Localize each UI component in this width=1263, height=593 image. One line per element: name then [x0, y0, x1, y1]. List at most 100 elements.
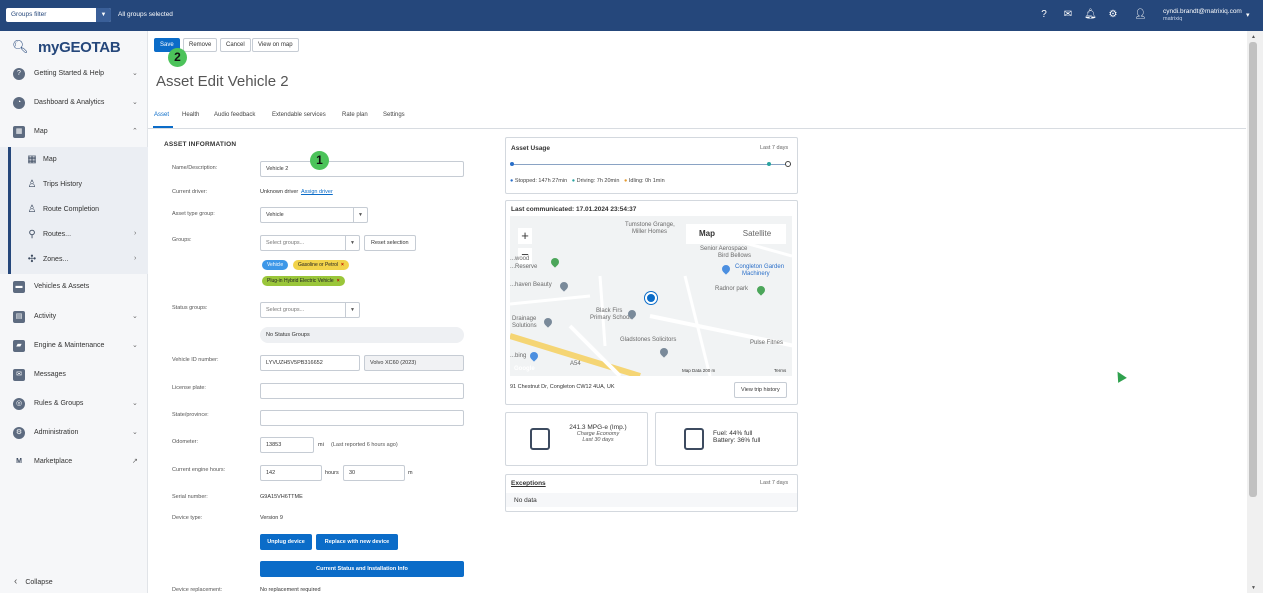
sidebar-item-map[interactable]: ▦ Map ⌃	[0, 121, 148, 145]
status-groups-select[interactable]: Select groups... ▼	[260, 302, 360, 318]
tab-asset[interactable]: Asset	[154, 112, 169, 118]
sidebar-subitem-label: Trips History	[43, 181, 83, 188]
map-view[interactable]: + − Map Satellite Tumstone Grange, Mille…	[510, 216, 792, 376]
sidebar-subitem-route-completion[interactable]: ♙ Route Completion	[8, 199, 148, 221]
sidebar: 🔍︎ myGEOTAB ? Getting Started & Help ⌄ ◔…	[0, 31, 148, 593]
odometer-label: Odometer:	[172, 439, 198, 445]
sidebar-item-engine[interactable]: ▰ Engine & Maintenance ⌄	[0, 335, 148, 359]
odometer-unit: mi	[318, 442, 324, 448]
engine-hours-input[interactable]: 142	[260, 465, 322, 481]
chevron-down-icon[interactable]: ▼	[96, 8, 111, 22]
person-route-icon: ♙	[27, 204, 37, 215]
map-label: Pulse Fitnes	[750, 340, 784, 346]
odometer-input[interactable]: 13853	[260, 437, 314, 453]
vin-model: Volvo XC60 (2023)	[364, 355, 464, 371]
charge-economy-value: 241.3 MPG-e (Imp.)	[569, 424, 627, 431]
name-input[interactable]: Vehicle 2	[260, 161, 464, 177]
mail-icon[interactable]: ✉	[1062, 9, 1074, 21]
group-chip-phev[interactable]: Plug-in Hybrid Electric Vehicle ×	[262, 276, 345, 286]
sidebar-item-activity[interactable]: ▤ Activity ⌄	[0, 306, 148, 330]
current-status-button[interactable]: Current Status and Installation Info	[260, 561, 464, 577]
device-replacement-label: Device replacement:	[172, 587, 223, 593]
license-plate-input[interactable]	[260, 383, 464, 399]
zoom-in-button[interactable]: +	[518, 228, 532, 244]
sidebar-subitem-zones[interactable]: ✣ Zones... ›	[8, 249, 148, 271]
group-chip-vehicle[interactable]: Vehicle	[262, 260, 289, 270]
state-input[interactable]	[260, 410, 464, 426]
map-label: Senior Aerospace	[700, 246, 748, 252]
vehicle-location-marker[interactable]	[645, 292, 657, 304]
groups-selected-text: All groups selected	[118, 11, 173, 18]
map-label: ...haven Beauty	[510, 282, 552, 288]
sidebar-item-messages[interactable]: ✉ Messages	[0, 364, 148, 388]
route-icon: ⚲	[28, 229, 36, 240]
chevron-down-icon: ▼	[345, 236, 359, 250]
exceptions-title[interactable]: Exceptions	[511, 480, 546, 487]
gear-icon[interactable]: ⚙	[1107, 9, 1119, 21]
remove-button[interactable]: Remove	[183, 38, 218, 52]
collapse-button[interactable]: ‹ Collapse	[14, 576, 53, 587]
tab-health[interactable]: Health	[182, 112, 199, 118]
replace-device-button[interactable]: Replace with new device	[316, 534, 398, 550]
device-type-value: Version 9	[260, 515, 283, 521]
bell-icon[interactable]: 🔔︎	[1084, 9, 1097, 21]
engine-icon: ▰	[13, 340, 25, 352]
groups-select[interactable]: Select groups... ▼	[260, 235, 360, 251]
map-tab-button[interactable]: Map	[686, 224, 728, 244]
logo-my: my	[38, 39, 60, 56]
map-attribution: Map Data 200 m	[682, 368, 716, 373]
chevron-right-icon: ›	[134, 230, 137, 237]
sidebar-item-dashboard[interactable]: ◔ Dashboard & Analytics ⌄	[0, 92, 148, 116]
usage-start-dot	[510, 162, 514, 166]
map-label: Miller Homes	[632, 229, 668, 235]
scrollbar-thumb[interactable]	[1249, 42, 1257, 497]
search-icon[interactable]: 🔍︎	[12, 39, 29, 55]
map-label: Congleton Garden	[735, 264, 785, 270]
unplug-device-button[interactable]: Unplug device	[260, 534, 312, 550]
driving-dot-icon: ●	[571, 178, 576, 184]
cancel-button[interactable]: Cancel	[220, 38, 251, 52]
device-type-label: Device type:	[172, 515, 203, 521]
driver-label: Current driver:	[172, 189, 208, 195]
help-icon[interactable]: ?	[1038, 9, 1050, 21]
sidebar-subitem-trips-history[interactable]: ♙ Trips History	[8, 174, 148, 196]
charge-economy-text: 241.3 MPG-e (Imp.) Charge Economy Last 3…	[553, 424, 643, 443]
view-on-map-button[interactable]: View on map	[252, 38, 299, 52]
view-trip-history-button[interactable]: View trip history	[734, 382, 787, 398]
mygeotab-logo[interactable]: myGEOTAB	[38, 39, 121, 56]
chevron-down-icon: ▼	[345, 303, 359, 317]
sidebar-subitem-routes[interactable]: ⚲ Routes... ›	[8, 224, 148, 246]
map-terms[interactable]: Terms	[774, 368, 786, 373]
tab-rate-plan[interactable]: Rate plan	[342, 112, 368, 118]
user-icon[interactable]: 👤︎	[1134, 9, 1147, 21]
map-label: Solutions	[512, 323, 537, 329]
scroll-down-icon[interactable]: ▼	[1251, 585, 1256, 591]
vin-input[interactable]: LYVUZH5V5PB316652	[260, 355, 360, 371]
tab-audio-feedback[interactable]: Audio feedback	[214, 112, 255, 118]
sidebar-item-marketplace[interactable]: M Marketplace ↗	[0, 451, 148, 475]
asset-type-group-select[interactable]: Vehicle ▼	[260, 207, 368, 223]
usage-timeline	[511, 164, 791, 165]
sidebar-subitem-map[interactable]: ▦ Map	[8, 149, 148, 171]
user-menu-chevron-icon[interactable]: ▾	[1246, 11, 1250, 19]
group-chip-gasoline[interactable]: Gasoline or Petrol ×	[293, 260, 349, 270]
tab-extendable-services[interactable]: Extendable services	[272, 112, 326, 118]
user-email[interactable]: cyndi.brandt@matrixiq.com	[1163, 8, 1242, 15]
engine-minutes-input[interactable]: 30	[343, 465, 405, 481]
sidebar-item-rules[interactable]: ◎ Rules & Groups ⌄	[0, 393, 148, 417]
fuel-battery-text: Fuel: 44% full Battery: 36% full	[713, 430, 760, 444]
sidebar-item-vehicles[interactable]: ▬ Vehicles & Assets	[0, 276, 148, 300]
satellite-tab-button[interactable]: Satellite	[728, 224, 786, 244]
charge-economy-period: Last 30 days	[582, 437, 614, 443]
close-icon[interactable]: ×	[337, 278, 340, 284]
map-label: Tumstone Grange,	[625, 222, 675, 228]
reset-selection-button[interactable]: Reset selection	[364, 235, 416, 251]
sidebar-item-administration[interactable]: ⚙ Administration ⌄	[0, 422, 148, 446]
assign-driver-link[interactable]: Assign driver	[301, 189, 333, 195]
scroll-up-icon[interactable]: ▲	[1251, 34, 1256, 40]
groups-filter-dropdown[interactable]: Groups filter ▼	[6, 8, 111, 22]
sidebar-item-getting-started[interactable]: ? Getting Started & Help ⌄	[0, 63, 148, 87]
close-icon[interactable]: ×	[341, 262, 344, 268]
serial-value: G9A15VH6TTME	[260, 494, 303, 500]
tab-settings[interactable]: Settings	[383, 112, 405, 118]
